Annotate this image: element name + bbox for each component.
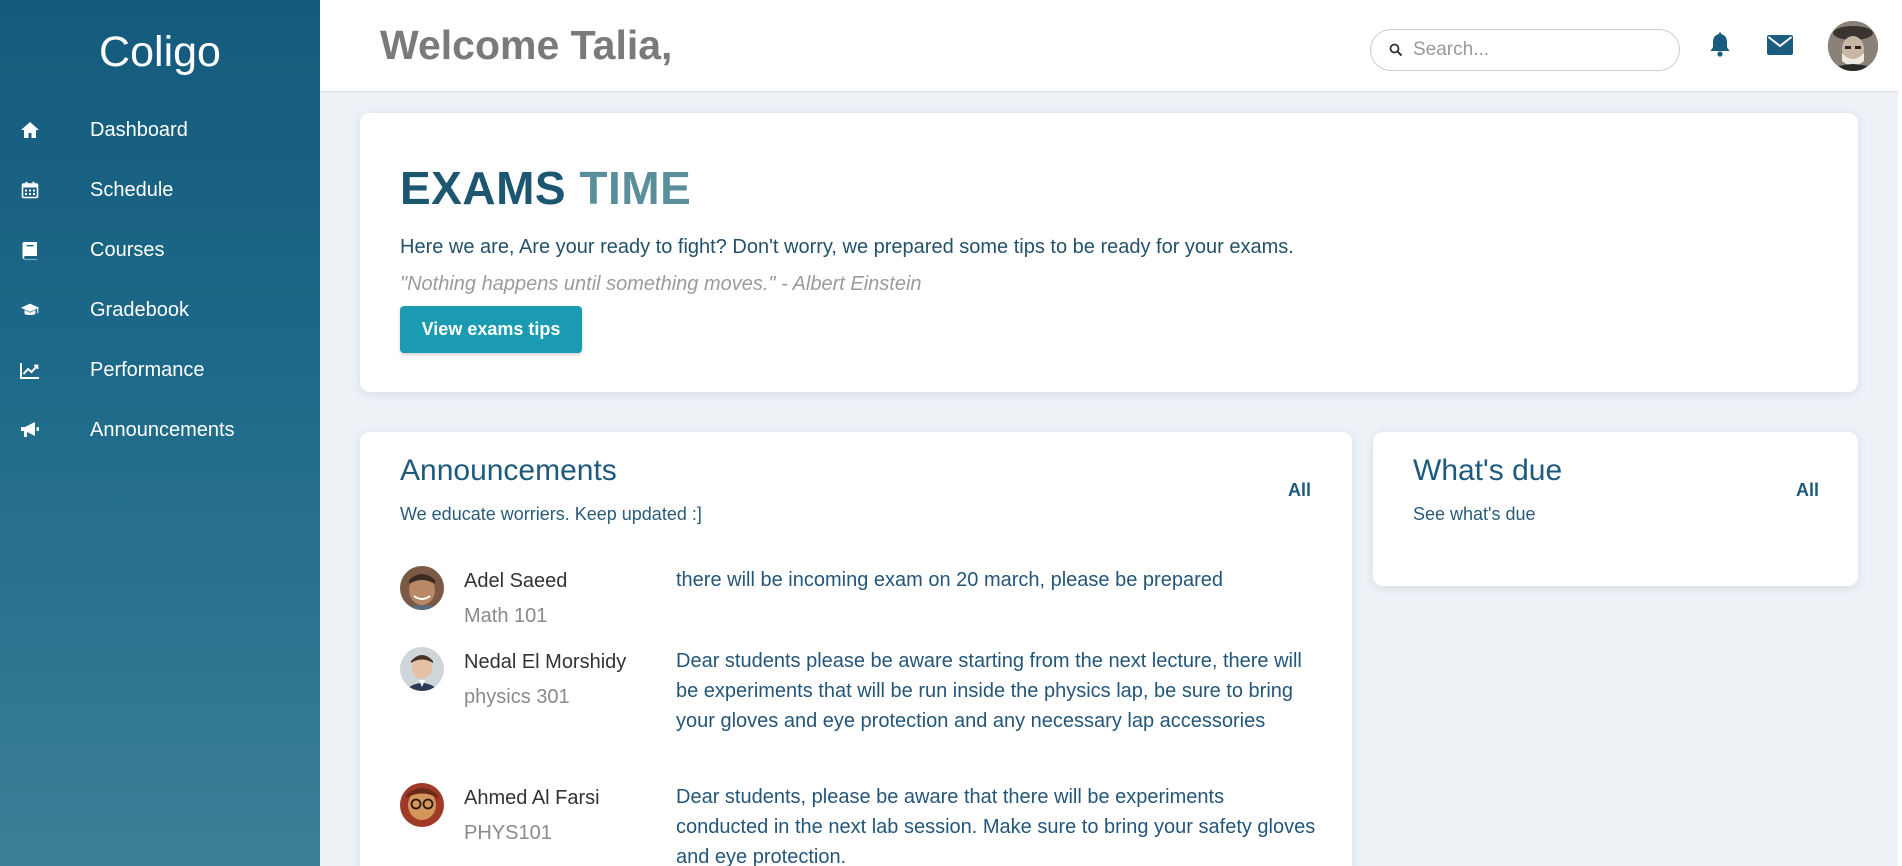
announcement-author: Nedal El Morshidy (464, 651, 627, 673)
page-title: Welcome Talia, (380, 22, 673, 68)
search-box[interactable] (1370, 29, 1680, 71)
list-item: Nedal El Morshidy physics 301 Dear stude… (400, 647, 1320, 777)
home-icon (20, 120, 40, 140)
search-icon (1389, 43, 1403, 57)
exams-title-part1: EXAMS (400, 162, 567, 214)
header: Welcome Talia, (320, 0, 1902, 92)
brand-logo: Coligo (99, 28, 221, 76)
announcement-message: Dear students, please be aware that ther… (676, 786, 1316, 866)
exams-description: Here we are, Are your ready to fight? Do… (400, 236, 1294, 258)
sidebar-item-label: Gradebook (90, 298, 189, 321)
exams-quote: "Nothing happens until something moves."… (400, 273, 922, 295)
sidebar-item-courses[interactable]: Courses (0, 220, 320, 280)
whats-due-card: What's due See what's due All (1373, 432, 1858, 586)
sidebar-item-label: Performance (90, 358, 205, 381)
sidebar-item-performance[interactable]: Performance (0, 340, 320, 400)
announcement-author: Ahmed Al Farsi (464, 787, 600, 809)
announcements-title: Announcements (400, 454, 617, 487)
graduation-cap-icon (20, 300, 40, 320)
avatar[interactable] (1828, 21, 1878, 71)
exams-card: EXAMS TIME Here we are, Are your ready t… (360, 113, 1858, 392)
calendar-icon (20, 180, 40, 200)
sidebar-nav: Dashboard Schedule Courses Gradebook Per… (0, 100, 320, 460)
sidebar-item-gradebook[interactable]: Gradebook (0, 280, 320, 340)
announcements-subtitle: We educate worriers. Keep updated :] (400, 504, 702, 524)
whats-due-title: What's due (1413, 454, 1563, 487)
avatar (400, 647, 444, 691)
sidebar: Coligo Dashboard Schedule Courses Gradeb… (0, 0, 320, 866)
announcement-course: physics 301 (464, 686, 570, 708)
announcement-course: PHYS101 (464, 822, 552, 844)
bell-icon[interactable] (1705, 30, 1735, 60)
sidebar-item-label: Courses (90, 238, 165, 261)
announcements-card: Announcements We educate worriers. Keep … (360, 432, 1352, 866)
avatar (400, 783, 444, 827)
whats-due-all-link[interactable]: All (1796, 480, 1819, 501)
scrollbar[interactable] (1898, 0, 1902, 866)
announcement-course: Math 101 (464, 605, 548, 627)
sidebar-item-label: Announcements (90, 418, 235, 441)
sidebar-item-dashboard[interactable]: Dashboard (0, 100, 320, 160)
line-chart-icon (20, 360, 40, 380)
avatar (400, 566, 444, 610)
announcements-all-link[interactable]: All (1288, 480, 1311, 501)
whats-due-subtitle: See what's due (1413, 504, 1536, 524)
search-input[interactable] (1413, 39, 1653, 61)
mail-icon[interactable] (1765, 30, 1795, 60)
sidebar-item-label: Dashboard (90, 118, 188, 141)
exams-title: EXAMS TIME (400, 161, 691, 215)
exams-title-part2: TIME (579, 162, 692, 214)
megaphone-icon (20, 420, 40, 440)
book-icon (20, 240, 40, 260)
list-item: Ahmed Al Farsi PHYS101 Dear students, pl… (400, 783, 1320, 866)
sidebar-item-announcements[interactable]: Announcements (0, 400, 320, 460)
sidebar-item-schedule[interactable]: Schedule (0, 160, 320, 220)
sidebar-item-label: Schedule (90, 178, 174, 201)
list-item: Adel Saeed Math 101 there will be incomi… (400, 566, 1320, 636)
announcement-message: there will be incoming exam on 20 march,… (676, 569, 1223, 591)
announcement-message: Dear students please be aware starting f… (676, 650, 1302, 732)
view-exams-tips-button[interactable]: View exams tips (400, 306, 582, 353)
announcement-author: Adel Saeed (464, 570, 568, 592)
